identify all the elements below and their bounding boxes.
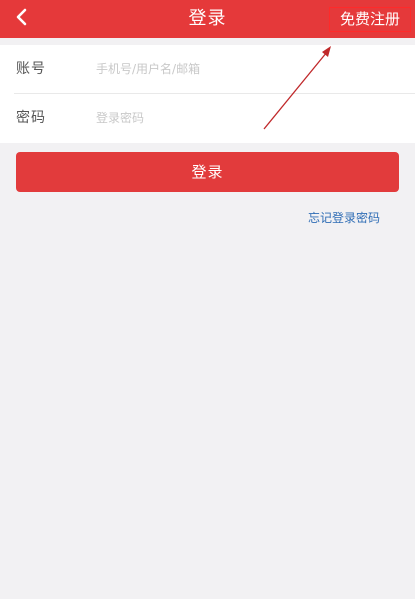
login-form: 账号 密码 — [0, 45, 415, 143]
app-header: 登录 免费注册 — [0, 0, 415, 38]
account-label: 账号 — [16, 61, 46, 77]
register-button[interactable]: 免费注册 — [329, 7, 411, 32]
login-button[interactable]: 登录 — [16, 152, 399, 192]
account-row: 账号 — [0, 45, 415, 94]
password-label: 密码 — [16, 110, 46, 126]
account-input[interactable] — [96, 57, 396, 81]
forgot-password-link[interactable]: 忘记登录密码 — [308, 209, 390, 227]
password-row: 密码 — [0, 94, 415, 142]
password-input[interactable] — [96, 106, 396, 130]
